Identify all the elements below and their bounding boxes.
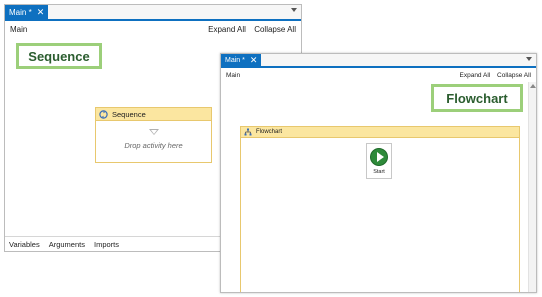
document-tab-strip: Main * ✕ bbox=[221, 54, 536, 68]
breadcrumb-bar: Main Expand All Collapse All bbox=[5, 22, 301, 36]
activity-title: Sequence bbox=[112, 109, 146, 119]
tab-label: Main * bbox=[225, 56, 245, 64]
designer-canvas[interactable]: Flowchart Flowchart Start bbox=[221, 82, 536, 292]
flowchart-activity[interactable]: Flowchart Start bbox=[240, 126, 520, 292]
activity-header[interactable]: Sequence bbox=[96, 108, 211, 121]
chevron-down-icon[interactable] bbox=[526, 57, 532, 61]
arguments-tab[interactable]: Arguments bbox=[49, 240, 85, 249]
play-icon bbox=[370, 148, 388, 166]
breadcrumb[interactable]: Main bbox=[226, 72, 240, 79]
expand-collapse-actions: Expand All Collapse All bbox=[202, 25, 296, 34]
sequence-activity[interactable]: Sequence Drop activity here bbox=[95, 107, 212, 163]
close-icon[interactable]: ✕ bbox=[37, 7, 45, 17]
tab-label: Main * bbox=[9, 7, 32, 17]
tab-main[interactable]: Main * ✕ bbox=[221, 54, 262, 66]
breadcrumb[interactable]: Main bbox=[10, 25, 27, 34]
tab-main[interactable]: Main * ✕ bbox=[5, 5, 49, 19]
chevron-down-icon[interactable] bbox=[291, 8, 297, 12]
activity-title: Flowchart bbox=[256, 129, 283, 135]
sequence-icon bbox=[99, 109, 108, 119]
start-node[interactable]: Start bbox=[366, 143, 392, 179]
imports-tab[interactable]: Imports bbox=[94, 240, 119, 249]
drop-arrow-icon bbox=[149, 129, 159, 135]
start-node-label: Start bbox=[373, 169, 385, 175]
flowchart-designer-window: Main * ✕ Main Expand All Collapse All Fl… bbox=[220, 53, 537, 293]
flowchart-icon bbox=[244, 128, 252, 136]
collapse-all-link[interactable]: Collapse All bbox=[254, 25, 296, 34]
expand-collapse-actions: Expand All Collapse All bbox=[455, 72, 532, 79]
vertical-scrollbar[interactable] bbox=[528, 82, 536, 292]
close-icon[interactable]: ✕ bbox=[250, 55, 258, 65]
collapse-all-link[interactable]: Collapse All bbox=[497, 72, 531, 79]
variables-tab[interactable]: Variables bbox=[9, 240, 40, 249]
document-tab-strip: Main * ✕ bbox=[5, 5, 301, 21]
expand-all-link[interactable]: Expand All bbox=[208, 25, 246, 34]
expand-all-link[interactable]: Expand All bbox=[460, 72, 491, 79]
flowchart-callout-label: Flowchart bbox=[431, 84, 523, 112]
activity-header[interactable]: Flowchart bbox=[241, 127, 519, 138]
breadcrumb-bar: Main Expand All Collapse All bbox=[221, 69, 536, 81]
scroll-up-icon[interactable] bbox=[530, 84, 536, 88]
drop-activity-placeholder[interactable]: Drop activity here bbox=[96, 141, 211, 150]
sequence-callout-label: Sequence bbox=[16, 43, 102, 69]
